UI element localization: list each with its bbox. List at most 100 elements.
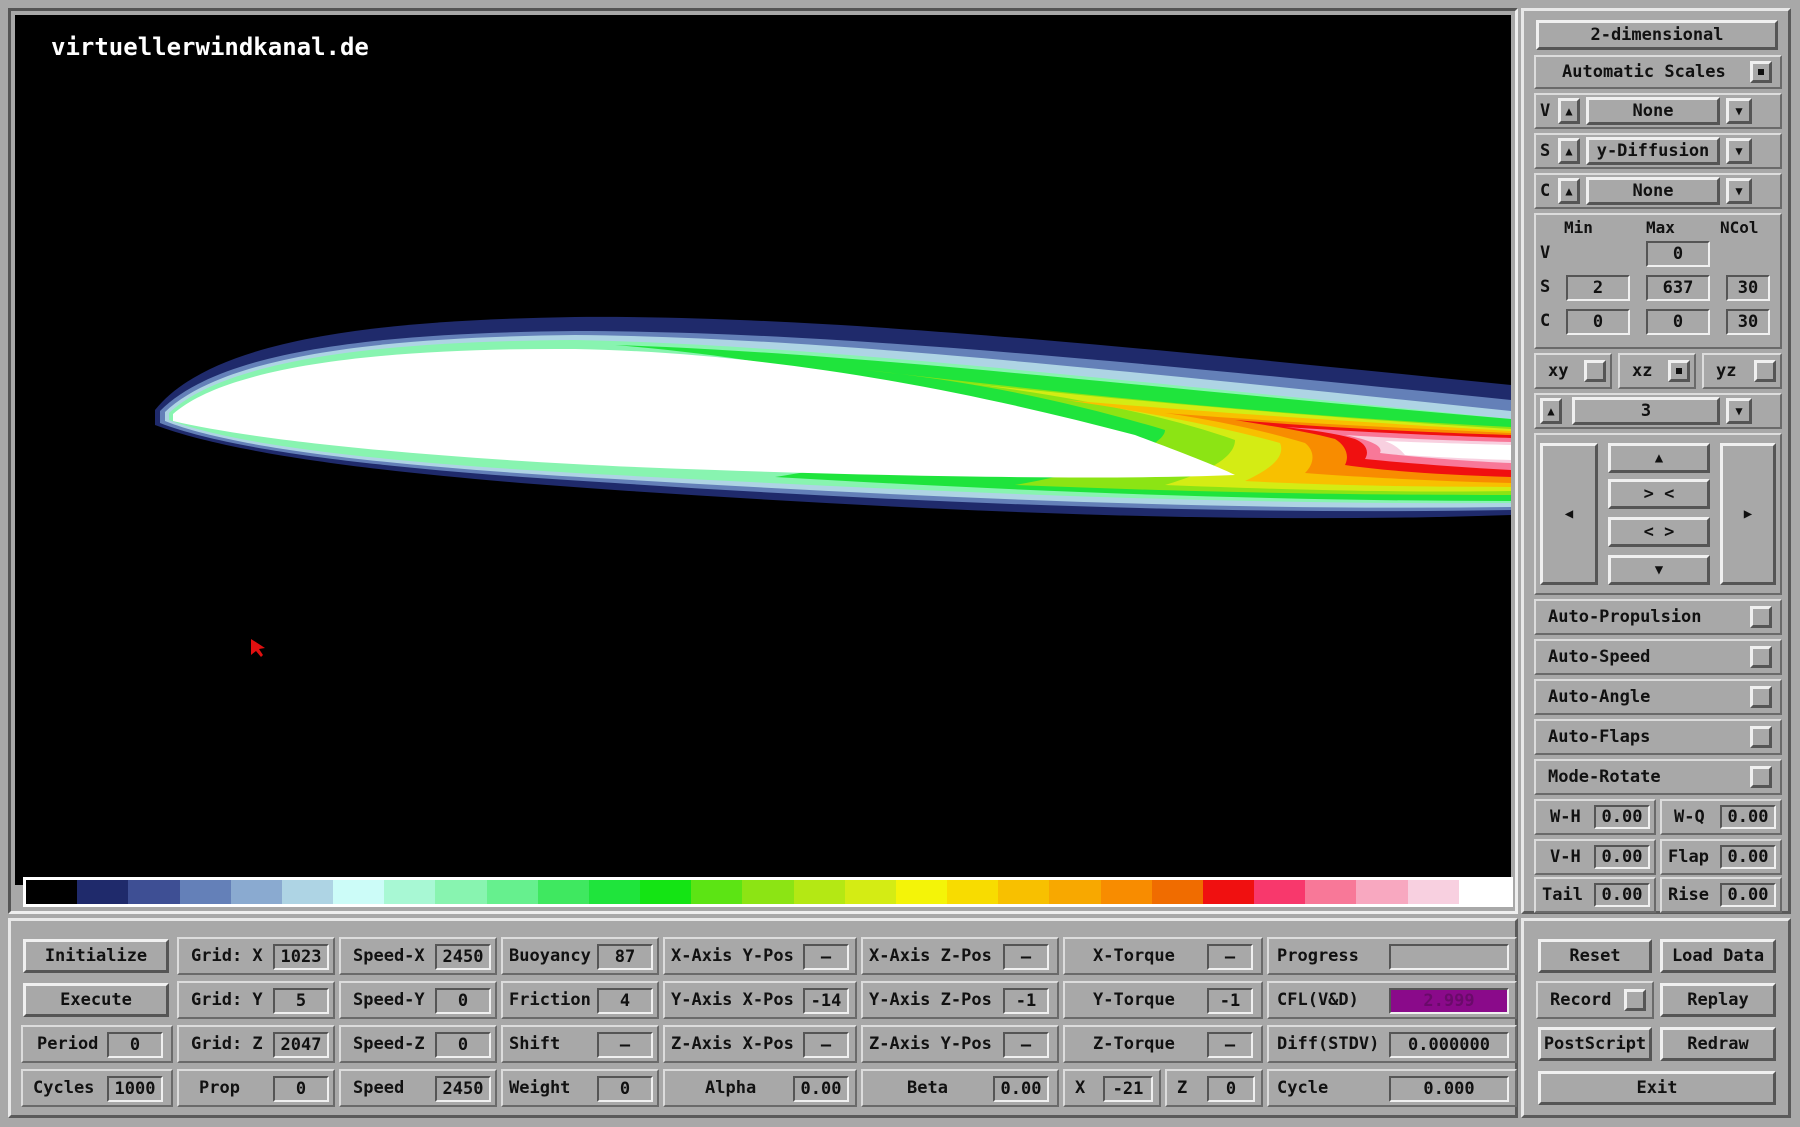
airfoil-diffusion-plot — [155, 316, 1511, 657]
alpha-label: Alpha — [705, 1078, 757, 1098]
speedx-field[interactable]: 2450 — [435, 944, 491, 970]
auto-propulsion-checkbox[interactable] — [1750, 606, 1772, 628]
c-max-field[interactable]: 0 — [1646, 309, 1710, 335]
x-field[interactable]: -21 — [1103, 1076, 1153, 1102]
vh-field[interactable]: 0.00 — [1594, 845, 1650, 869]
scalar-up-arrow-icon[interactable]: ▲ — [1558, 138, 1580, 164]
prop-cell: Prop 0 — [177, 1069, 335, 1107]
alpha-field[interactable]: 0.00 — [793, 1076, 849, 1102]
tail-label: Tail — [1542, 885, 1583, 905]
plane-xy-radio[interactable] — [1584, 360, 1606, 382]
gridy-field[interactable]: 5 — [273, 988, 329, 1014]
slice-up-arrow-icon[interactable]: ▲ — [1540, 398, 1562, 424]
pan-left-icon[interactable]: ◀ — [1540, 443, 1598, 585]
z-field[interactable]: 0 — [1207, 1076, 1255, 1102]
dimension-button[interactable]: 2-dimensional — [1536, 20, 1778, 50]
pan-up-icon[interactable]: ▲ — [1608, 443, 1710, 473]
xtorque-label: X-Torque — [1093, 946, 1175, 966]
c-ncol-field[interactable]: 30 — [1726, 309, 1770, 335]
param-flap: Flap 0.00 — [1660, 839, 1782, 875]
friction-field[interactable]: 4 — [597, 988, 653, 1014]
param-tail: Tail 0.00 — [1534, 877, 1656, 913]
progress-label: Progress — [1277, 946, 1359, 966]
rise-label: Rise — [1668, 885, 1709, 905]
s-max-field[interactable]: 637 — [1646, 275, 1710, 301]
wq-field[interactable]: 0.00 — [1720, 805, 1776, 829]
speed-field[interactable]: 2450 — [435, 1076, 491, 1102]
period-field[interactable]: 0 — [107, 1032, 163, 1058]
tail-field[interactable]: 0.00 — [1594, 883, 1650, 907]
vector-value[interactable]: None — [1586, 97, 1720, 125]
s-ncol-field[interactable]: 30 — [1726, 275, 1770, 301]
pan-right-icon[interactable]: ▶ — [1720, 443, 1776, 585]
s-min-field[interactable]: 2 — [1566, 275, 1630, 301]
param-rise: Rise 0.00 — [1660, 877, 1782, 913]
right-control-panel: 2-dimensional Automatic Scales V ▲ None … — [1521, 8, 1791, 914]
c-min-field[interactable]: 0 — [1566, 309, 1630, 335]
rise-field[interactable]: 0.00 — [1720, 883, 1776, 907]
scalar-value[interactable]: y-Diffusion — [1586, 137, 1720, 165]
toggle-auto-flaps: Auto-Flaps — [1534, 719, 1782, 755]
weight-field[interactable]: 0 — [597, 1076, 653, 1102]
slice-down-arrow-icon[interactable]: ▼ — [1726, 398, 1752, 424]
vector-down-arrow-icon[interactable]: ▼ — [1726, 98, 1752, 124]
postscript-button[interactable]: PostScript — [1538, 1027, 1652, 1061]
ztorque-field[interactable]: — — [1207, 1032, 1253, 1058]
beta-label: Beta — [907, 1078, 948, 1098]
speedy-label: Speed-Y — [353, 990, 425, 1010]
color-up-arrow-icon[interactable]: ▲ — [1558, 178, 1580, 204]
color-down-arrow-icon[interactable]: ▼ — [1726, 178, 1752, 204]
xaxisypos-field[interactable]: — — [803, 944, 849, 970]
scalar-down-arrow-icon[interactable]: ▼ — [1726, 138, 1752, 164]
beta-field[interactable]: 0.00 — [993, 1076, 1049, 1102]
slice-value[interactable]: 3 — [1572, 397, 1720, 425]
vector-up-arrow-icon[interactable]: ▲ — [1558, 98, 1580, 124]
gridz-field[interactable]: 2047 — [273, 1032, 329, 1058]
load-data-button[interactable]: Load Data — [1660, 939, 1776, 973]
record-checkbox[interactable] — [1624, 989, 1646, 1011]
yaxiszpos-cell: Y-Axis Z-Pos -1 — [861, 981, 1059, 1019]
speedy-field[interactable]: 0 — [435, 988, 491, 1014]
redraw-button[interactable]: Redraw — [1660, 1027, 1776, 1061]
pan-down-icon[interactable]: ▼ — [1608, 555, 1710, 585]
wh-field[interactable]: 0.00 — [1594, 805, 1650, 829]
xtorque-field[interactable]: — — [1207, 944, 1253, 970]
v-max-field[interactable]: 0 — [1646, 241, 1710, 267]
wq-label: W-Q — [1674, 807, 1705, 827]
auto-scales-checkbox[interactable] — [1750, 61, 1772, 83]
simulation-viewport: virtuellerwindkanal.de — [8, 8, 1518, 914]
flap-field[interactable]: 0.00 — [1720, 845, 1776, 869]
prop-field[interactable]: 0 — [273, 1076, 329, 1102]
yaxiszpos-field[interactable]: -1 — [1003, 988, 1049, 1014]
buoyancy-field[interactable]: 87 — [597, 944, 653, 970]
yaxiszpos-label: Y-Axis Z-Pos — [869, 990, 992, 1010]
replay-button[interactable]: Replay — [1660, 983, 1776, 1017]
auto-angle-checkbox[interactable] — [1750, 686, 1772, 708]
speedx-cell: Speed-X 2450 — [339, 937, 497, 975]
scalar-letter: S — [1540, 141, 1551, 161]
xaxiszpos-field[interactable]: — — [1003, 944, 1049, 970]
color-value[interactable]: None — [1586, 177, 1720, 205]
zoom-out-icon[interactable]: < > — [1608, 517, 1710, 547]
auto-speed-checkbox[interactable] — [1750, 646, 1772, 668]
yaxisxpos-field[interactable]: -14 — [803, 988, 849, 1014]
diff-label: Diff(STDV) — [1277, 1034, 1380, 1054]
gridz-cell: Grid: Z 2047 — [177, 1025, 335, 1063]
ytorque-field[interactable]: -1 — [1207, 988, 1253, 1014]
zaxisypos-field[interactable]: — — [1003, 1032, 1049, 1058]
execute-button[interactable]: Execute — [23, 983, 169, 1017]
plane-xz-radio[interactable] — [1668, 360, 1690, 382]
speedz-field[interactable]: 0 — [435, 1032, 491, 1058]
flow-visualization[interactable]: virtuellerwindkanal.de — [15, 15, 1511, 885]
reset-button[interactable]: Reset — [1538, 939, 1652, 973]
mode-rotate-checkbox[interactable] — [1750, 766, 1772, 788]
zaxisxpos-field[interactable]: — — [803, 1032, 849, 1058]
exit-button[interactable]: Exit — [1538, 1071, 1776, 1105]
cycles-field[interactable]: 1000 — [107, 1076, 163, 1102]
plane-yz-radio[interactable] — [1754, 360, 1776, 382]
shift-field[interactable]: — — [597, 1032, 653, 1058]
zoom-in-icon[interactable]: > < — [1608, 479, 1710, 509]
gridx-field[interactable]: 1023 — [273, 944, 329, 970]
auto-flaps-checkbox[interactable] — [1750, 726, 1772, 748]
initialize-button[interactable]: Initialize — [23, 939, 169, 973]
